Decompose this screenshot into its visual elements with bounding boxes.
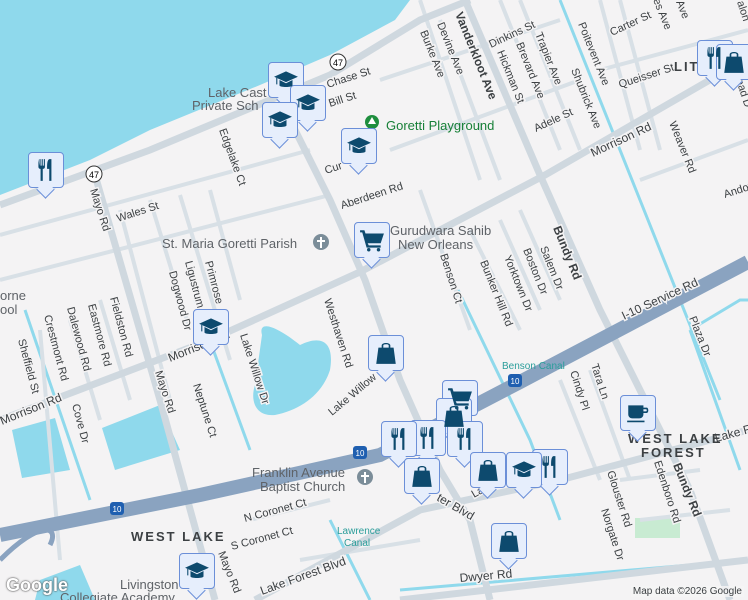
place-label-franklin-baptist[interactable]: Franklin Avenue (252, 465, 345, 480)
map-marker-restaurant[interactable] (532, 449, 568, 485)
shopping-bag-icon (373, 340, 399, 366)
svg-text:10: 10 (113, 505, 122, 514)
map-marker-restaurant[interactable] (447, 421, 483, 457)
i10-shield: 10 (508, 374, 522, 387)
svg-text:47: 47 (89, 170, 99, 180)
i10-shield: 10 (110, 502, 124, 515)
map-marker-coffee[interactable] (620, 395, 656, 431)
shopping-bag-icon (496, 528, 522, 554)
canal-label-lawrence: Canal (344, 538, 370, 549)
map-marker-shopping-cart[interactable] (354, 222, 390, 258)
church-icon (313, 234, 329, 250)
place-label-franklin-baptist[interactable]: Baptist Church (260, 479, 345, 494)
map-marker-shopping-bag[interactable] (368, 335, 404, 371)
map-marker-school[interactable] (262, 102, 298, 138)
church-icon (357, 469, 373, 485)
route-47-shield: 47 (85, 165, 103, 183)
restaurant-icon (33, 157, 59, 183)
restaurant-icon (415, 425, 441, 451)
canal-label-lawrence: Lawrence (337, 526, 381, 537)
canal-label-benson: Benson Canal (502, 361, 565, 372)
area-label-lit: LIT (674, 59, 700, 74)
place-label-gurudwara[interactable]: Gurudwara Sahib (390, 223, 491, 238)
map-marker-restaurant[interactable] (410, 420, 446, 456)
place-label-lake-castle[interactable]: Private Sch (192, 98, 258, 113)
shopping-bag-icon (409, 463, 435, 489)
shopping-bag-icon (475, 457, 501, 483)
school-icon (184, 558, 210, 584)
map-marker-school[interactable] (193, 309, 229, 345)
map-canvas[interactable]: 47 47 10 10 10 Wales St Mayo Rd Mayo Rd … (0, 0, 748, 600)
map-attribution[interactable]: Map data ©2026 Google (630, 586, 744, 597)
place-label-st-maria-goretti[interactable]: St. Maria Goretti Parish (162, 236, 297, 251)
svg-text:47: 47 (333, 58, 343, 68)
place-label-goretti-playground[interactable]: Goretti Playground (386, 118, 494, 133)
restaurant-icon (537, 454, 563, 480)
map-marker-school[interactable] (179, 553, 215, 589)
svg-text:10: 10 (511, 377, 520, 386)
place-label-gurudwara[interactable]: New Orleans (398, 237, 474, 252)
school-icon (267, 107, 293, 133)
map-marker-school[interactable] (290, 85, 326, 121)
google-logo: Google (6, 575, 68, 595)
shopping-cart-icon (359, 227, 385, 253)
map-marker-shopping-bag[interactable] (491, 523, 527, 559)
restaurant-icon (386, 426, 412, 452)
map-marker-shopping-bag[interactable] (470, 452, 506, 488)
i10-shield: 10 (353, 446, 367, 459)
area-label-west-lake: WEST LAKE (131, 529, 226, 544)
place-label-horne[interactable]: ool (0, 302, 17, 317)
map-marker-restaurant[interactable] (381, 421, 417, 457)
school-icon (198, 314, 224, 340)
restaurant-icon (452, 426, 478, 452)
place-label-horne[interactable]: orne (0, 288, 26, 303)
school-icon (511, 457, 537, 483)
coffee-icon (625, 400, 651, 426)
map-marker-restaurant[interactable] (28, 152, 64, 188)
map-marker-shopping-bag[interactable] (716, 44, 748, 80)
school-icon (346, 133, 372, 159)
shopping-bag-icon (721, 49, 747, 75)
map-marker-school[interactable] (506, 452, 542, 488)
svg-text:10: 10 (356, 449, 365, 458)
place-label-livingston[interactable]: Collegiate Academy (60, 590, 175, 600)
map-marker-school[interactable] (341, 128, 377, 164)
route-47-shield: 47 (329, 53, 347, 71)
area-label-west-lake-forest: FOREST (641, 445, 706, 460)
map-marker-shopping-bag[interactable] (404, 458, 440, 494)
school-icon (295, 90, 321, 116)
